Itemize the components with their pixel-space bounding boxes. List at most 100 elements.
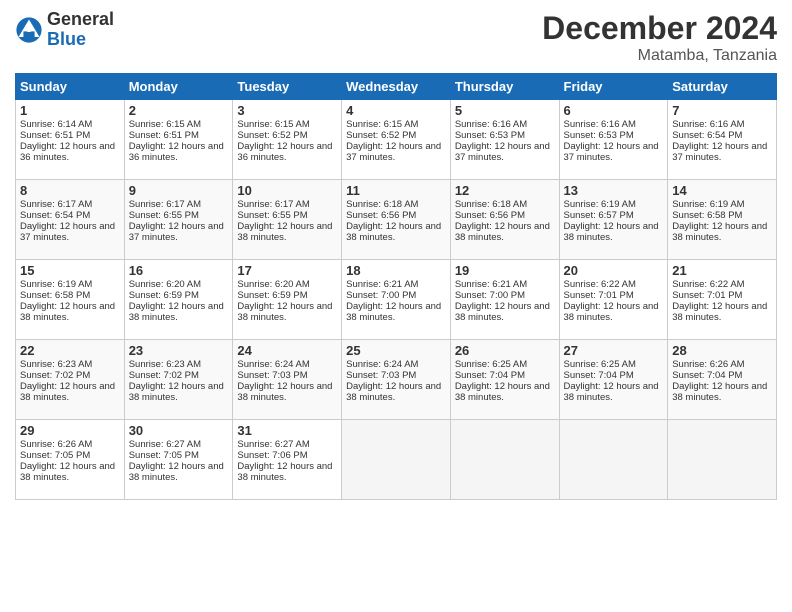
day-number: 14 (672, 183, 772, 198)
daylight: Daylight: 12 hours and 36 minutes. (237, 141, 332, 163)
sunrise: Sunrise: 6:17 AM (237, 199, 309, 210)
calendar-cell: 14 Sunrise: 6:19 AM Sunset: 6:58 PM Dayl… (668, 180, 777, 260)
calendar-cell: 23 Sunrise: 6:23 AM Sunset: 7:02 PM Dayl… (124, 340, 233, 420)
sunrise: Sunrise: 6:22 AM (672, 279, 744, 290)
daylight: Daylight: 12 hours and 38 minutes. (564, 221, 659, 243)
sunrise: Sunrise: 6:22 AM (564, 279, 636, 290)
day-number: 17 (237, 263, 337, 278)
sunset: Sunset: 6:59 PM (237, 290, 307, 301)
calendar-cell: 21 Sunrise: 6:22 AM Sunset: 7:01 PM Dayl… (668, 260, 777, 340)
calendar-cell: 8 Sunrise: 6:17 AM Sunset: 6:54 PM Dayli… (16, 180, 125, 260)
calendar-cell: 12 Sunrise: 6:18 AM Sunset: 6:56 PM Dayl… (450, 180, 559, 260)
sunrise: Sunrise: 6:14 AM (20, 119, 92, 130)
daylight: Daylight: 12 hours and 37 minutes. (564, 141, 659, 163)
calendar-cell: 9 Sunrise: 6:17 AM Sunset: 6:55 PM Dayli… (124, 180, 233, 260)
sunrise: Sunrise: 6:27 AM (237, 439, 309, 450)
calendar-cell: 25 Sunrise: 6:24 AM Sunset: 7:03 PM Dayl… (342, 340, 451, 420)
day-number: 21 (672, 263, 772, 278)
sunrise: Sunrise: 6:24 AM (237, 359, 309, 370)
sunset: Sunset: 6:54 PM (672, 130, 742, 141)
sunrise: Sunrise: 6:15 AM (346, 119, 418, 130)
daylight: Daylight: 12 hours and 38 minutes. (564, 301, 659, 323)
sunrise: Sunrise: 6:26 AM (20, 439, 92, 450)
day-number: 23 (129, 343, 229, 358)
page-container: General Blue December 2024 Matamba, Tanz… (0, 0, 792, 510)
day-number: 20 (564, 263, 664, 278)
sunset: Sunset: 6:56 PM (346, 210, 416, 221)
sunset: Sunset: 6:55 PM (129, 210, 199, 221)
daylight: Daylight: 12 hours and 38 minutes. (346, 301, 441, 323)
sunset: Sunset: 6:58 PM (20, 290, 90, 301)
sunrise: Sunrise: 6:21 AM (346, 279, 418, 290)
calendar-cell: 20 Sunrise: 6:22 AM Sunset: 7:01 PM Dayl… (559, 260, 668, 340)
day-number: 12 (455, 183, 555, 198)
daylight: Daylight: 12 hours and 38 minutes. (237, 221, 332, 243)
sunrise: Sunrise: 6:23 AM (20, 359, 92, 370)
day-number: 22 (20, 343, 120, 358)
sunset: Sunset: 7:04 PM (672, 370, 742, 381)
day-number: 10 (237, 183, 337, 198)
sunrise: Sunrise: 6:21 AM (455, 279, 527, 290)
calendar-cell (450, 420, 559, 500)
day-number: 28 (672, 343, 772, 358)
day-number: 6 (564, 103, 664, 118)
daylight: Daylight: 12 hours and 38 minutes. (20, 461, 115, 483)
daylight: Daylight: 12 hours and 38 minutes. (20, 381, 115, 403)
logo-blue: Blue (47, 30, 114, 50)
day-number: 5 (455, 103, 555, 118)
day-number: 3 (237, 103, 337, 118)
calendar-week-4: 22 Sunrise: 6:23 AM Sunset: 7:02 PM Dayl… (16, 340, 777, 420)
calendar-cell: 7 Sunrise: 6:16 AM Sunset: 6:54 PM Dayli… (668, 100, 777, 180)
sunrise: Sunrise: 6:27 AM (129, 439, 201, 450)
col-thursday: Thursday (450, 74, 559, 100)
day-number: 18 (346, 263, 446, 278)
sunrise: Sunrise: 6:19 AM (672, 199, 744, 210)
daylight: Daylight: 12 hours and 36 minutes. (20, 141, 115, 163)
calendar-week-1: 1 Sunrise: 6:14 AM Sunset: 6:51 PM Dayli… (16, 100, 777, 180)
daylight: Daylight: 12 hours and 38 minutes. (564, 381, 659, 403)
daylight: Daylight: 12 hours and 38 minutes. (129, 461, 224, 483)
sunset: Sunset: 7:05 PM (129, 450, 199, 461)
col-tuesday: Tuesday (233, 74, 342, 100)
sunset: Sunset: 6:54 PM (20, 210, 90, 221)
sunset: Sunset: 7:03 PM (237, 370, 307, 381)
day-number: 4 (346, 103, 446, 118)
day-number: 2 (129, 103, 229, 118)
calendar-cell: 30 Sunrise: 6:27 AM Sunset: 7:05 PM Dayl… (124, 420, 233, 500)
sunset: Sunset: 6:57 PM (564, 210, 634, 221)
day-number: 30 (129, 423, 229, 438)
day-number: 26 (455, 343, 555, 358)
sunrise: Sunrise: 6:15 AM (129, 119, 201, 130)
calendar-cell: 31 Sunrise: 6:27 AM Sunset: 7:06 PM Dayl… (233, 420, 342, 500)
daylight: Daylight: 12 hours and 38 minutes. (237, 381, 332, 403)
daylight: Daylight: 12 hours and 37 minutes. (129, 221, 224, 243)
col-saturday: Saturday (668, 74, 777, 100)
calendar-cell: 19 Sunrise: 6:21 AM Sunset: 7:00 PM Dayl… (450, 260, 559, 340)
sunrise: Sunrise: 6:20 AM (129, 279, 201, 290)
sunrise: Sunrise: 6:16 AM (672, 119, 744, 130)
day-number: 11 (346, 183, 446, 198)
calendar-cell: 4 Sunrise: 6:15 AM Sunset: 6:52 PM Dayli… (342, 100, 451, 180)
calendar-cell: 1 Sunrise: 6:14 AM Sunset: 6:51 PM Dayli… (16, 100, 125, 180)
daylight: Daylight: 12 hours and 38 minutes. (129, 381, 224, 403)
title-section: December 2024 Matamba, Tanzania (542, 10, 777, 65)
sunrise: Sunrise: 6:19 AM (20, 279, 92, 290)
sunrise: Sunrise: 6:19 AM (564, 199, 636, 210)
col-sunday: Sunday (16, 74, 125, 100)
calendar-cell: 3 Sunrise: 6:15 AM Sunset: 6:52 PM Dayli… (233, 100, 342, 180)
calendar-cell: 22 Sunrise: 6:23 AM Sunset: 7:02 PM Dayl… (16, 340, 125, 420)
calendar-table: Sunday Monday Tuesday Wednesday Thursday… (15, 73, 777, 500)
sunset: Sunset: 6:51 PM (20, 130, 90, 141)
sunset: Sunset: 7:01 PM (564, 290, 634, 301)
month-title: December 2024 (542, 10, 777, 47)
day-number: 7 (672, 103, 772, 118)
logo: General Blue (15, 10, 114, 50)
sunrise: Sunrise: 6:17 AM (129, 199, 201, 210)
daylight: Daylight: 12 hours and 38 minutes. (672, 221, 767, 243)
calendar-cell: 6 Sunrise: 6:16 AM Sunset: 6:53 PM Dayli… (559, 100, 668, 180)
daylight: Daylight: 12 hours and 37 minutes. (672, 141, 767, 163)
sunrise: Sunrise: 6:15 AM (237, 119, 309, 130)
calendar-cell: 15 Sunrise: 6:19 AM Sunset: 6:58 PM Dayl… (16, 260, 125, 340)
header-row: Sunday Monday Tuesday Wednesday Thursday… (16, 74, 777, 100)
sunrise: Sunrise: 6:16 AM (455, 119, 527, 130)
